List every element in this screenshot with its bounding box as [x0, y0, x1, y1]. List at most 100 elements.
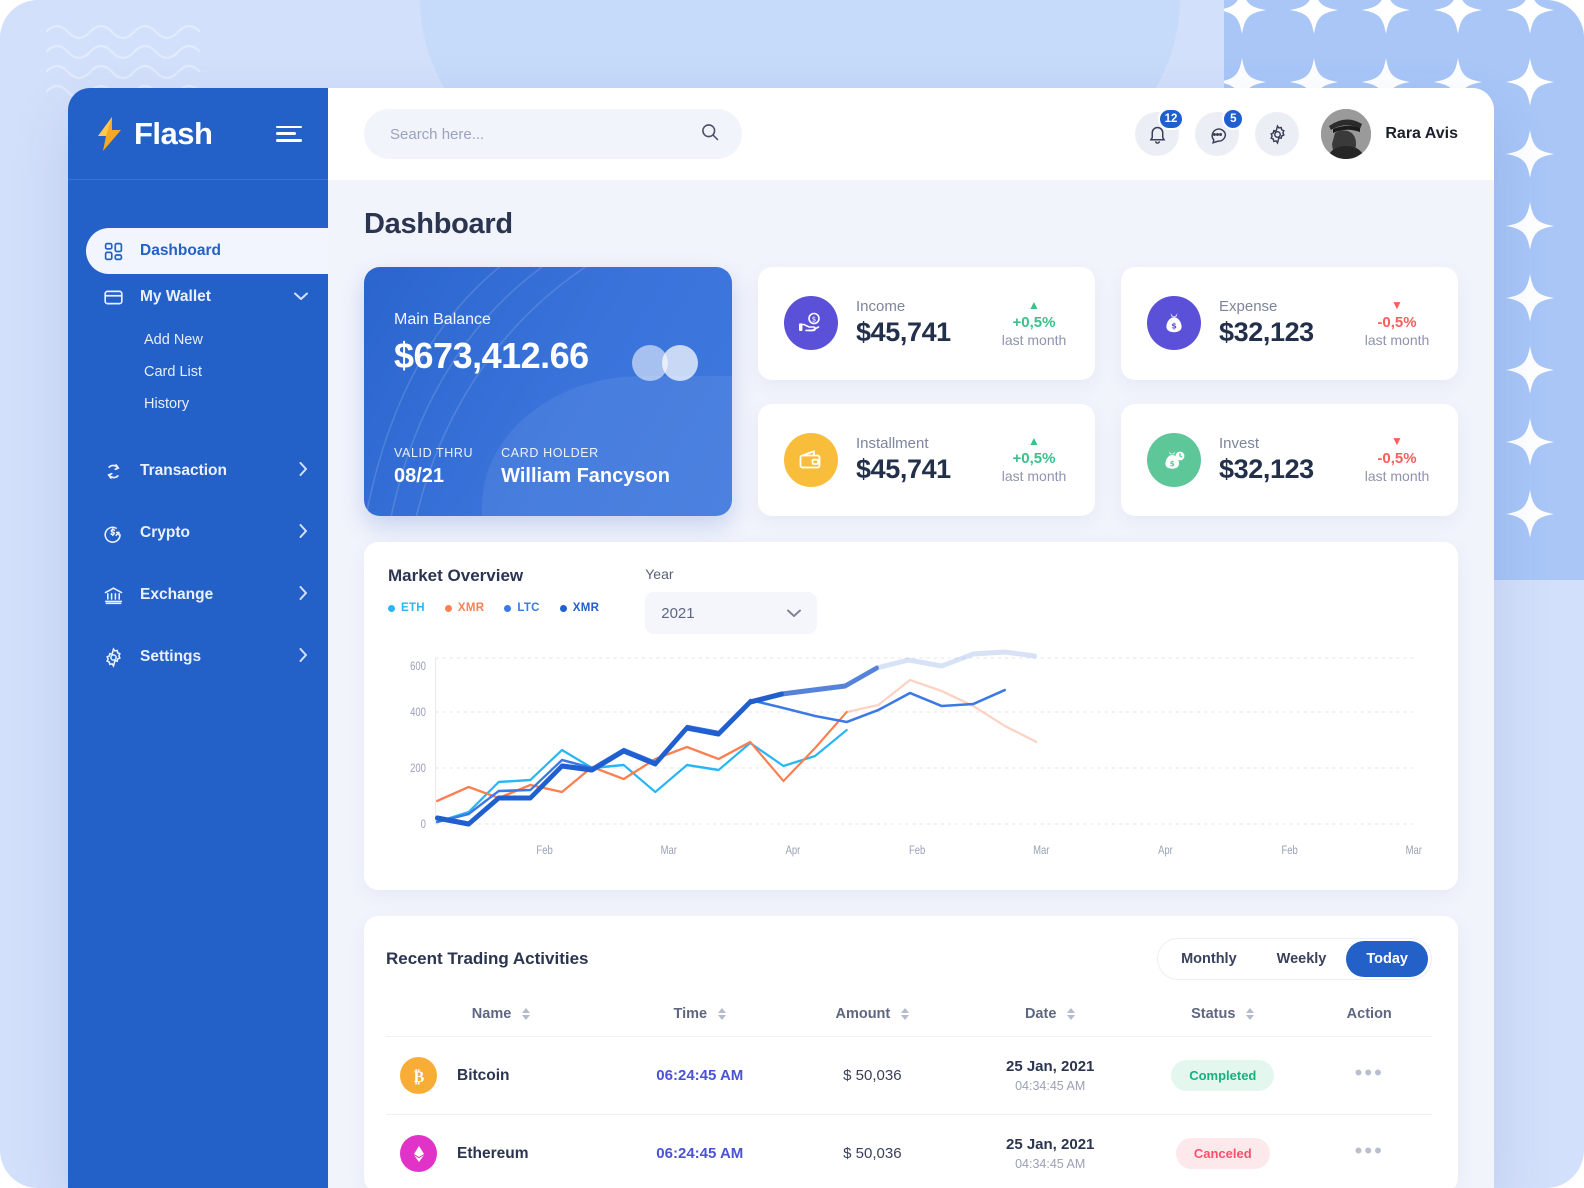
trading-activities-table: Name Time Amount Date Status Action ₿ Bi… [386, 1006, 1432, 1188]
messages-button[interactable]: 5 [1195, 108, 1245, 156]
chart-legend: ETH XMR LTC XMR [388, 602, 599, 614]
stat-card-installment[interactable]: Installment $45,741 ▲ +0,5% last month [758, 403, 1095, 516]
sidebar-item-label: Settings [140, 648, 202, 665]
more-options-icon[interactable]: ••• [1355, 1138, 1384, 1163]
recent-trading-panel: Recent Trading Activities Monthly Weekly… [364, 916, 1458, 1188]
legend-label: XMR [572, 602, 600, 614]
app-root: Flash Dashboard My Wallet Add New Card L… [0, 0, 1584, 1188]
coin-name: Bitcoin [457, 1066, 510, 1084]
balance-label: Main Balance [394, 311, 491, 328]
cell-amount: $ 50,036 [783, 1037, 961, 1115]
stat-value: $45,741 [856, 453, 951, 484]
more-options-icon[interactable]: ••• [1355, 1060, 1384, 1085]
coin-identity: Ethereum [400, 1135, 616, 1172]
svg-text:Feb: Feb [1281, 844, 1297, 857]
legend-item-xmr-1[interactable]: XMR [444, 602, 484, 614]
cell-time: 06:24:45 AM [616, 1115, 783, 1188]
page-content: Dashboard Main Balance $673,412.66 VALID… [328, 180, 1494, 1188]
search-icon[interactable] [700, 122, 720, 147]
cell-time: 06:24:45 AM [616, 1037, 783, 1115]
recent-trading-title: Recent Trading Activities [386, 949, 589, 968]
column-header-time[interactable]: Time [616, 1006, 783, 1037]
messages-badge: 5 [1222, 108, 1245, 130]
ethereum-icon [400, 1135, 437, 1172]
table-row[interactable]: ₿ Bitcoin 06:24:45 AM $ 50,036 25 Jan, 2… [386, 1036, 1432, 1115]
cell-date: 25 Jan, 2021 04:34:45 AM [961, 1115, 1139, 1188]
topbar-actions: 12 5 Rara Avis [1135, 108, 1458, 159]
market-overview-header: Market Overview ETH XMR LTC XMR Year 202… [388, 566, 1432, 634]
stat-text: Invest $32,123 [1219, 435, 1340, 485]
sidebar-item-label: My Wallet [140, 288, 211, 305]
year-select[interactable]: 2021 [645, 592, 818, 634]
trend-down-icon: ▼ [1391, 434, 1403, 449]
trade-amount: $ 50,036 [843, 1067, 902, 1084]
column-label: Status [1191, 1006, 1236, 1022]
sort-icon[interactable] [1246, 1008, 1255, 1021]
svg-text:200: 200 [410, 762, 426, 775]
search-bar[interactable] [364, 109, 742, 159]
search-input[interactable] [390, 125, 700, 143]
stat-period: last month [1364, 331, 1430, 348]
column-header-status[interactable]: Status [1139, 1006, 1306, 1037]
transfer-arrows-icon [102, 460, 124, 482]
column-header-date[interactable]: Date [961, 1006, 1139, 1037]
legend-label: LTC [517, 602, 540, 614]
svg-text:Mar: Mar [1033, 844, 1050, 857]
filter-weekly[interactable]: Weekly [1257, 941, 1347, 977]
brand-name: Flash [134, 115, 213, 151]
sidebar-subitem-add-new[interactable]: Add New [68, 324, 328, 356]
coin-identity: ₿ Bitcoin [400, 1057, 616, 1094]
sort-icon[interactable] [1067, 1008, 1076, 1021]
svg-text:Mar: Mar [661, 844, 678, 857]
notifications-button[interactable]: 12 [1135, 108, 1185, 156]
notifications-badge: 12 [1157, 108, 1185, 130]
sidebar-item-my-wallet[interactable]: My Wallet [86, 274, 328, 320]
card-holder-label: CARD HOLDER [501, 446, 599, 460]
stat-card-income[interactable]: $ Income $45,741 ▲ +0,5% last month [758, 267, 1095, 380]
sidebar-subitem-card-list[interactable]: Card List [68, 356, 328, 388]
trade-date: 25 Jan, 2021 [1005, 1136, 1095, 1153]
page-title: Dashboard [364, 208, 513, 240]
sidebar-item-dashboard[interactable]: Dashboard [86, 228, 328, 274]
stat-percent: -0,5% [1377, 450, 1417, 468]
grid-dashboard-icon [102, 240, 124, 262]
filter-monthly[interactable]: Monthly [1161, 941, 1257, 977]
sidebar-item-exchange[interactable]: Exchange [86, 572, 328, 618]
svg-text:Apr: Apr [1158, 844, 1173, 857]
table-row[interactable]: Ethereum 06:24:45 AM $ 50,036 25 Jan, 20… [386, 1114, 1432, 1188]
main-balance-card[interactable]: Main Balance $673,412.66 VALID THRU 08/2… [364, 267, 732, 516]
sidebar-item-settings[interactable]: Settings [86, 634, 328, 680]
profile-menu[interactable]: Rara Avis [1321, 109, 1458, 159]
chevron-right-icon [299, 647, 308, 667]
stat-delta: ▲ +0,5% last month [995, 299, 1073, 348]
sidebar-item-crypto[interactable]: Crypto [86, 510, 328, 556]
cell-action: ••• [1306, 1037, 1432, 1115]
card-holder-value: William Fancyson [501, 465, 670, 487]
stat-text: Income $45,741 [856, 298, 977, 348]
sidebar-subitem-history[interactable]: History [68, 388, 328, 420]
settings-button[interactable] [1255, 112, 1300, 156]
svg-text:$: $ [1171, 322, 1177, 331]
legend-item-ltc[interactable]: LTC [504, 602, 539, 614]
stat-period: last month [1001, 331, 1067, 348]
legend-item-eth[interactable]: ETH [388, 602, 425, 614]
profile-name: Rara Avis [1385, 125, 1458, 142]
top-row: Main Balance $673,412.66 VALID THRU 08/2… [364, 267, 1458, 516]
sort-icon[interactable] [901, 1008, 910, 1021]
cell-status: Completed [1139, 1037, 1306, 1115]
chevron-right-icon [299, 523, 308, 543]
column-header-amount[interactable]: Amount [783, 1006, 961, 1037]
legend-label: ETH [401, 602, 425, 614]
stat-card-expense[interactable]: $ Expense $32,123 ▼ -0,5% last month [1121, 267, 1458, 380]
sort-icon[interactable] [522, 1008, 531, 1021]
market-chart-svg: 600 400 200 0 Feb Mar Apr Feb Mar Apr Fe… [410, 649, 1422, 857]
column-label: Name [471, 1006, 512, 1022]
hamburger-menu-icon[interactable] [276, 125, 302, 142]
legend-item-xmr-2[interactable]: XMR [559, 602, 600, 614]
stat-card-invest[interactable]: $ Invest $32,123 ▼ -0,5% last month [1121, 403, 1458, 516]
column-header-name[interactable]: Name [386, 1006, 616, 1037]
sort-icon[interactable] [718, 1008, 727, 1021]
sidebar-item-transaction[interactable]: Transaction [86, 448, 328, 494]
stat-label: Installment [856, 434, 929, 452]
filter-today[interactable]: Today [1346, 941, 1428, 977]
